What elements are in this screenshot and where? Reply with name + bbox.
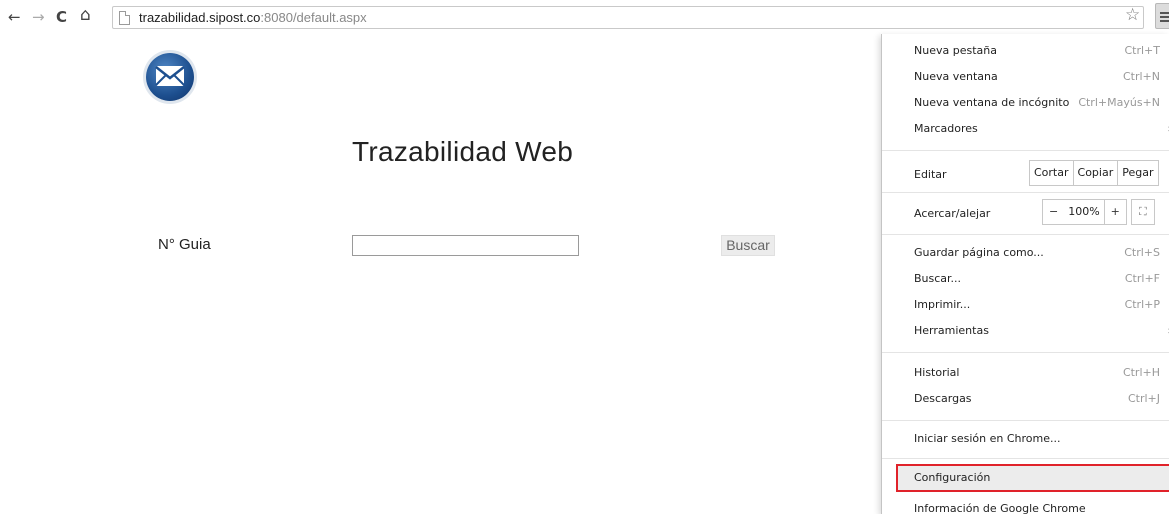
zoom-out-button[interactable]: − bbox=[1042, 199, 1066, 225]
menu-item-bookmarks[interactable]: Marcadores › bbox=[882, 118, 1169, 140]
guide-number-input[interactable] bbox=[352, 235, 579, 256]
back-icon[interactable]: ← bbox=[8, 8, 21, 26]
menu-bar-icon bbox=[1160, 12, 1169, 14]
menu-item-shortcut: Ctrl+S bbox=[1124, 246, 1160, 259]
menu-item-shortcut: Ctrl+J bbox=[1127, 392, 1160, 405]
home-icon[interactable]: ⌂ bbox=[80, 6, 91, 24]
zoom-in-button[interactable]: + bbox=[1103, 199, 1127, 225]
menu-item-label: Marcadores bbox=[914, 122, 978, 135]
menu-separator bbox=[882, 420, 1169, 421]
menu-item-label: Imprimir... bbox=[914, 298, 971, 311]
paste-button[interactable]: Pegar bbox=[1117, 160, 1159, 186]
url-path: :8080/default.aspx bbox=[260, 10, 367, 25]
zoom-controls: − 100% + bbox=[1042, 199, 1127, 225]
search-button[interactable]: Buscar bbox=[721, 235, 775, 256]
menu-item-signin[interactable]: Iniciar sesión en Chrome... bbox=[882, 428, 1169, 450]
menu-item-shortcut: Ctrl+H bbox=[1122, 366, 1160, 379]
menu-item-label: Nueva pestaña bbox=[914, 44, 997, 57]
envelope-icon bbox=[155, 66, 185, 86]
forward-icon[interactable]: → bbox=[32, 8, 45, 26]
zoom-level: 100% bbox=[1064, 199, 1105, 225]
menu-item-find[interactable]: Buscar... Ctrl+F bbox=[882, 268, 1169, 290]
address-bar[interactable]: trazabilidad.sipost.co:8080/default.aspx bbox=[112, 6, 1144, 29]
menu-item-about[interactable]: Información de Google Chrome bbox=[882, 498, 1169, 514]
copy-button[interactable]: Copiar bbox=[1072, 160, 1119, 186]
menu-bar-icon bbox=[1160, 16, 1169, 18]
menu-item-save-as[interactable]: Guardar página como... Ctrl+S bbox=[882, 242, 1169, 264]
menu-item-label: Editar bbox=[914, 168, 947, 181]
menu-bar-icon bbox=[1160, 20, 1169, 22]
menu-item-label: Información de Google Chrome bbox=[914, 502, 1086, 514]
menu-item-incognito[interactable]: Nueva ventana de incógnito Ctrl+Mayús+N bbox=[882, 92, 1169, 114]
menu-item-label: Nueva ventana de incógnito bbox=[914, 96, 1070, 109]
bookmark-star-icon[interactable]: ☆ bbox=[1125, 5, 1140, 25]
menu-separator bbox=[882, 352, 1169, 353]
url-host: trazabilidad.sipost.co bbox=[139, 10, 261, 25]
menu-separator bbox=[882, 458, 1169, 459]
envelope-logo bbox=[146, 53, 194, 101]
edit-button-group: Cortar Copiar Pegar bbox=[1029, 160, 1159, 186]
chrome-menu: Nueva pestaña Ctrl+T Nueva ventana Ctrl+… bbox=[881, 34, 1169, 514]
fullscreen-icon[interactable]: ⛶ bbox=[1131, 199, 1155, 225]
menu-item-label: Nueva ventana bbox=[914, 70, 998, 83]
menu-item-shortcut: Ctrl+Mayús+N bbox=[1078, 96, 1160, 109]
menu-item-history[interactable]: Historial Ctrl+H bbox=[882, 362, 1169, 384]
menu-item-label: Descargas bbox=[914, 392, 972, 405]
menu-item-zoom: Acercar/alejar − 100% + ⛶ bbox=[882, 199, 1169, 227]
menu-item-shortcut: Ctrl+T bbox=[1124, 44, 1160, 57]
menu-item-label: Configuración bbox=[914, 471, 991, 484]
menu-item-label: Buscar... bbox=[914, 272, 962, 285]
menu-item-shortcut: Ctrl+F bbox=[1124, 272, 1160, 285]
menu-separator bbox=[882, 150, 1169, 151]
cut-button[interactable]: Cortar bbox=[1029, 160, 1074, 186]
page-title: Trazabilidad Web bbox=[352, 136, 574, 167]
menu-item-print[interactable]: Imprimir... Ctrl+P bbox=[882, 294, 1169, 316]
menu-item-label: Historial bbox=[914, 366, 960, 379]
menu-item-edit: Editar Cortar Copiar Pegar bbox=[882, 160, 1169, 188]
menu-item-label: Iniciar sesión en Chrome... bbox=[914, 432, 1061, 445]
menu-item-shortcut: Ctrl+P bbox=[1124, 298, 1160, 311]
menu-separator bbox=[882, 192, 1169, 193]
menu-item-label: Acercar/alejar bbox=[914, 207, 991, 220]
menu-item-label: Herramientas bbox=[914, 324, 989, 337]
menu-item-new-window[interactable]: Nueva ventana Ctrl+N bbox=[882, 66, 1169, 88]
menu-item-downloads[interactable]: Descargas Ctrl+J bbox=[882, 388, 1169, 410]
menu-item-tools[interactable]: Herramientas › bbox=[882, 320, 1169, 342]
url-text: trazabilidad.sipost.co:8080/default.aspx bbox=[139, 10, 367, 26]
reload-icon[interactable]: C bbox=[56, 8, 67, 26]
page-icon bbox=[119, 11, 130, 25]
browser-toolbar: ← → C ⌂ trazabilidad.sipost.co:8080/defa… bbox=[0, 0, 1169, 34]
menu-item-new-tab[interactable]: Nueva pestaña Ctrl+T bbox=[882, 40, 1169, 62]
guide-number-label: N° Guia bbox=[158, 236, 211, 253]
chrome-menu-button[interactable] bbox=[1155, 3, 1169, 29]
menu-item-shortcut: Ctrl+N bbox=[1122, 70, 1160, 83]
menu-item-settings[interactable]: Configuración bbox=[896, 464, 1169, 492]
menu-separator bbox=[882, 234, 1169, 235]
menu-item-label: Guardar página como... bbox=[914, 246, 1044, 259]
